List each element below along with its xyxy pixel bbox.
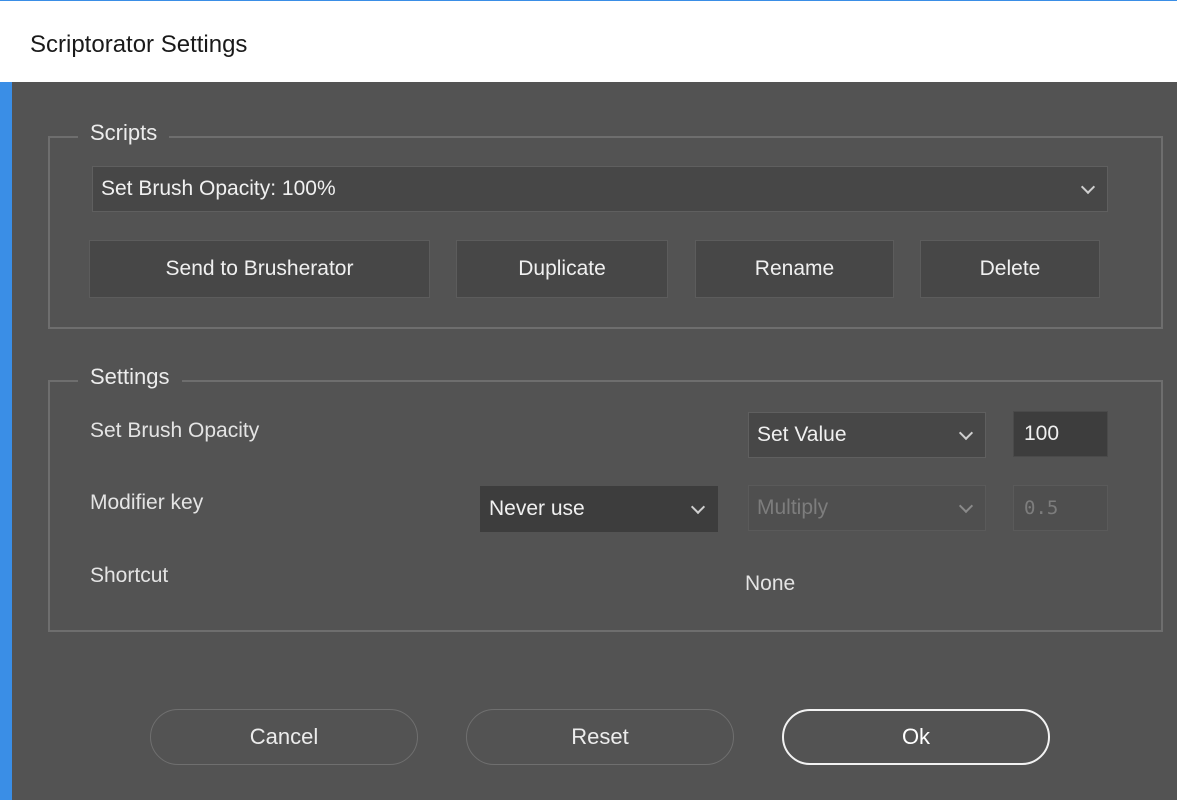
window-title: Scriptorator Settings (30, 31, 248, 58)
modifier-use-select[interactable]: Never use (480, 486, 718, 532)
shortcut-value[interactable]: None (745, 572, 795, 596)
dialog-body: Scripts Set Brush Opacity: 100% Send to … (12, 82, 1177, 800)
duplicate-button[interactable]: Duplicate (456, 240, 668, 298)
rename-button[interactable]: Rename (695, 240, 894, 298)
chevron-down-icon (690, 499, 706, 515)
script-select[interactable]: Set Brush Opacity: 100% (92, 166, 1108, 212)
delete-button[interactable]: Delete (920, 240, 1100, 298)
window-edge (0, 82, 12, 800)
shortcut-label: Shortcut (90, 564, 169, 587)
ok-button[interactable]: Ok (782, 709, 1050, 765)
chevron-down-icon (958, 425, 974, 441)
opacity-mode-select[interactable]: Set Value (748, 412, 986, 458)
opacity-value-input[interactable]: 100 (1013, 411, 1108, 457)
title-bar: Scriptorator Settings (0, 0, 1177, 82)
reset-button[interactable]: Reset (466, 709, 734, 765)
modifier-operation-value: Multiply (757, 496, 829, 519)
scripts-legend: Scripts (78, 120, 170, 146)
opacity-mode-value: Set Value (757, 423, 847, 446)
send-to-brusherator-button[interactable]: Send to Brusherator (89, 240, 430, 298)
chevron-down-icon (1080, 179, 1096, 195)
script-select-value: Set Brush Opacity: 100% (101, 177, 336, 200)
modifier-factor-input: 0.5 (1013, 485, 1108, 531)
scripts-group: Scripts (48, 120, 1163, 329)
chevron-down-icon (958, 498, 974, 514)
settings-legend: Settings (78, 364, 182, 390)
brush-opacity-label: Set Brush Opacity (90, 419, 260, 442)
modifier-use-value: Never use (489, 497, 585, 520)
modifier-key-label: Modifier key (90, 491, 204, 514)
cancel-button[interactable]: Cancel (150, 709, 418, 765)
modifier-operation-select: Multiply (748, 485, 986, 531)
